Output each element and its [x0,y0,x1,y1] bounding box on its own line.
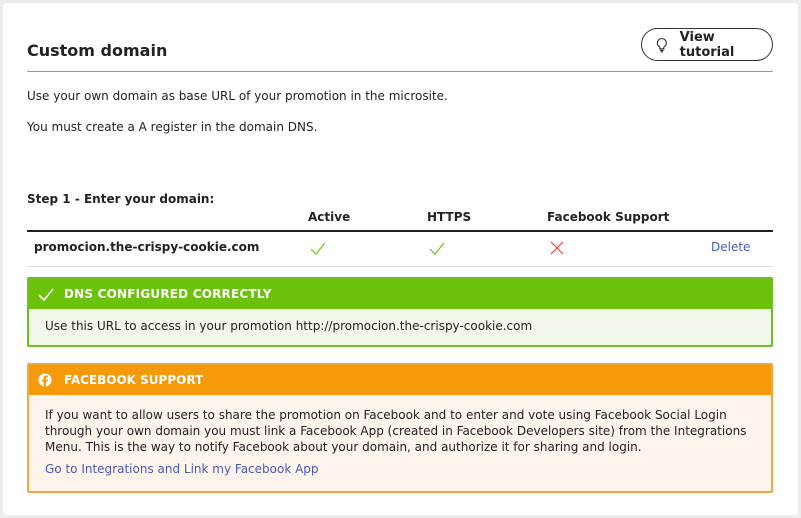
view-tutorial-button[interactable]: View tutorial [641,28,773,61]
view-tutorial-label: View tutorial [679,29,735,60]
row-divider [27,266,773,267]
dns-status-box: DNS CONFIGURED CORRECTLY Use this URL to… [27,277,773,347]
facebook-support-message: If you want to allow users to share the … [45,408,747,454]
delete-domain-link[interactable]: Delete [711,240,750,254]
step-label: Step 1 - Enter your domain: [27,192,215,206]
intro-line-1: Use your own domain as base URL of your … [27,89,448,103]
link-facebook-app-link[interactable]: Go to Integrations and Link my Facebook … [45,461,757,477]
check-icon [38,286,54,302]
facebook-support-box: FACEBOOK SUPPORT If you want to allow us… [27,363,773,493]
intro-line-2: You must create a A register in the doma… [27,120,318,134]
check-icon [429,242,445,255]
facebook-support-title: FACEBOOK SUPPORT [64,373,204,387]
title-divider [27,71,773,72]
column-header-https: HTTPS [427,210,472,224]
facebook-support-body: If you want to allow users to share the … [29,395,771,477]
dns-status-message: Use this URL to access in your promotion… [45,319,533,333]
lightbulb-icon [656,37,667,52]
cross-icon [550,241,564,255]
column-header-active: Active [308,210,351,224]
facebook-support-header: FACEBOOK SUPPORT [29,365,771,395]
facebook-icon [38,372,54,388]
dns-status-title: DNS CONFIGURED CORRECTLY [64,287,272,301]
dns-status-header: DNS CONFIGURED CORRECTLY [29,279,771,309]
check-icon [310,242,326,255]
custom-domain-card: Custom domain View tutorial Use your own… [3,3,798,515]
domain-value: promocion.the-crispy-cookie.com [34,240,260,254]
page-title: Custom domain [27,41,168,60]
column-header-facebook-support: Facebook Support [547,210,670,224]
table-header-divider [27,230,773,232]
